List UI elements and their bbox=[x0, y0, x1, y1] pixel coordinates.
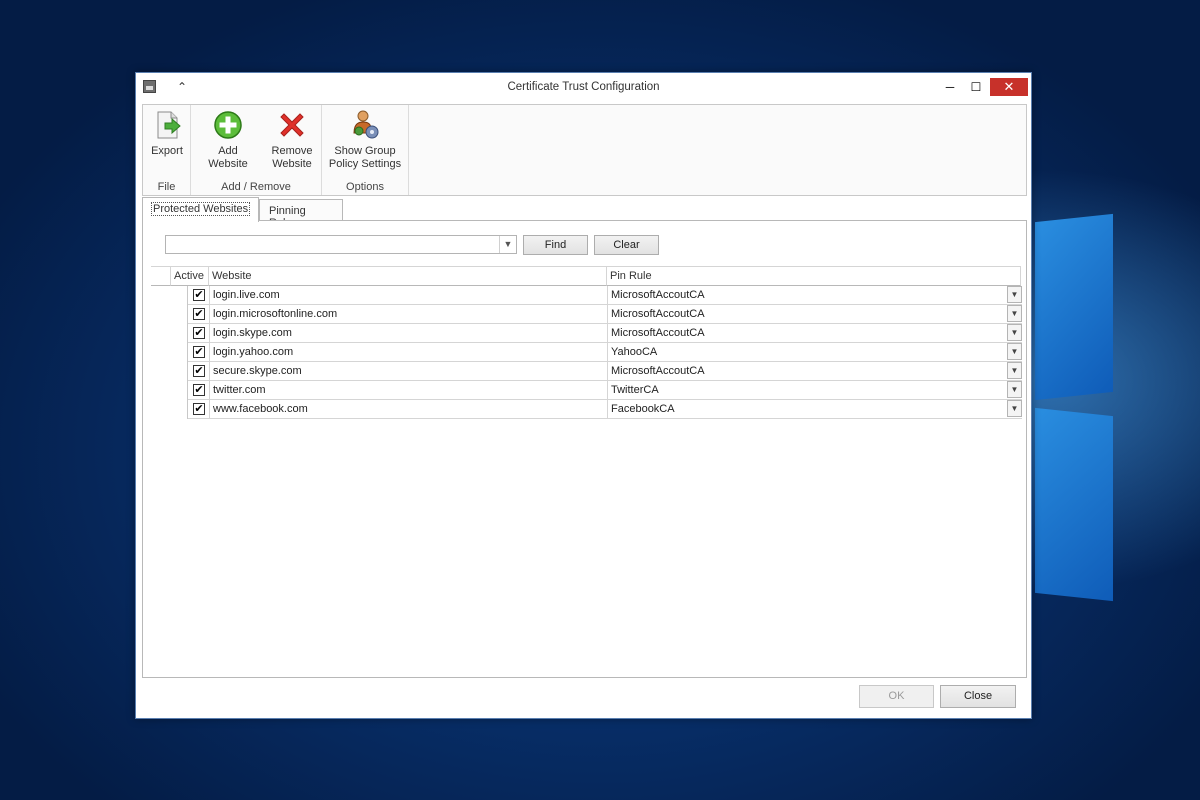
pin-rule-value: MicrosoftAccoutCA bbox=[611, 289, 705, 301]
table-row[interactable]: ✔ www.facebook.com FacebookCA ▼ bbox=[188, 400, 1022, 419]
chevron-down-icon[interactable]: ▼ bbox=[499, 236, 516, 253]
pin-rule-value: FacebookCA bbox=[611, 403, 675, 415]
close-button[interactable]: Close bbox=[940, 685, 1016, 708]
ribbon-group-label-file: File bbox=[157, 181, 176, 193]
tab-strip: Protected Websites Pinning Rules bbox=[142, 197, 1027, 229]
row-indicator-header bbox=[151, 266, 171, 286]
active-checkbox[interactable]: ✔ bbox=[193, 327, 205, 339]
group-policy-label-1: Show Group bbox=[334, 145, 396, 157]
export-label: Export bbox=[151, 145, 183, 157]
pin-rule-cell[interactable]: TwitterCA ▼ bbox=[607, 381, 1022, 399]
ribbon-group-add-remove: Add Website Remove Website Add / Remove bbox=[191, 105, 322, 195]
column-header-website[interactable]: Website bbox=[209, 266, 607, 286]
chevron-down-icon[interactable]: ▼ bbox=[1007, 381, 1022, 398]
table-row[interactable]: ✔ secure.skype.com MicrosoftAccoutCA ▼ bbox=[188, 362, 1022, 381]
maximize-button[interactable]: ☐ bbox=[966, 79, 986, 95]
active-checkbox[interactable]: ✔ bbox=[193, 289, 205, 301]
pin-rule-cell[interactable]: MicrosoftAccoutCA ▼ bbox=[607, 324, 1022, 342]
pin-rule-value: TwitterCA bbox=[611, 384, 659, 396]
tab-pinning-rules[interactable]: Pinning Rules bbox=[259, 199, 343, 229]
window-title: Certificate Trust Configuration bbox=[507, 81, 660, 93]
certificate-trust-window: ⌃ Certificate Trust Configuration ─ ☐ ✕ … bbox=[135, 72, 1032, 719]
ribbon-group-label-add-remove: Add / Remove bbox=[221, 181, 291, 193]
group-policy-label-2: Policy Settings bbox=[328, 158, 402, 170]
pin-rule-cell[interactable]: MicrosoftAccoutCA ▼ bbox=[607, 362, 1022, 380]
tab-protected-websites[interactable]: Protected Websites bbox=[142, 197, 260, 222]
column-header-pin-rule[interactable]: Pin Rule bbox=[607, 266, 1021, 286]
column-header-active[interactable]: Active bbox=[171, 266, 209, 286]
table-row[interactable]: ✔ login.live.com MicrosoftAccoutCA ▼ bbox=[188, 286, 1022, 305]
add-website-button[interactable]: Add Website bbox=[197, 109, 259, 171]
pin-rule-cell[interactable]: YahooCA ▼ bbox=[607, 343, 1022, 361]
export-icon bbox=[157, 111, 181, 139]
websites-grid: Active Website Pin Rule ✔ login.live.com M… bbox=[151, 266, 1022, 421]
website-cell[interactable]: twitter.com bbox=[209, 381, 607, 399]
title-bar[interactable]: ⌃ Certificate Trust Configuration ─ ☐ ✕ bbox=[136, 73, 1031, 103]
pin-rule-cell[interactable]: MicrosoftAccoutCA ▼ bbox=[607, 286, 1022, 304]
add-circle-icon bbox=[214, 111, 242, 139]
table-row[interactable]: ✔ twitter.com TwitterCA ▼ bbox=[188, 381, 1022, 400]
table-row[interactable]: ✔ login.skype.com MicrosoftAccoutCA ▼ bbox=[188, 324, 1022, 343]
website-cell[interactable]: login.yahoo.com bbox=[209, 343, 607, 361]
website-cell[interactable]: login.skype.com bbox=[209, 324, 607, 342]
add-website-label: Add Website bbox=[208, 145, 248, 170]
chevron-down-icon[interactable]: ▼ bbox=[1007, 286, 1022, 303]
website-cell[interactable]: www.facebook.com bbox=[209, 400, 607, 418]
windows-logo-pane-top bbox=[1035, 213, 1113, 401]
find-button[interactable]: Find bbox=[523, 235, 588, 255]
table-row[interactable]: ✔ login.yahoo.com YahooCA ▼ bbox=[188, 343, 1022, 362]
minimize-button[interactable]: ─ bbox=[940, 79, 960, 95]
chevron-down-icon[interactable]: ▼ bbox=[1007, 362, 1022, 379]
pin-rule-value: MicrosoftAccoutCA bbox=[611, 327, 705, 339]
chevron-down-icon[interactable]: ▼ bbox=[1007, 324, 1022, 341]
website-cell[interactable]: secure.skype.com bbox=[209, 362, 607, 380]
close-window-button[interactable]: ✕ bbox=[990, 78, 1028, 96]
active-checkbox[interactable]: ✔ bbox=[193, 365, 205, 377]
website-cell[interactable]: login.live.com bbox=[209, 286, 607, 304]
website-cell[interactable]: login.microsoftonline.com bbox=[209, 305, 607, 323]
tab-protected-websites-label: Protected Websites bbox=[150, 202, 251, 216]
active-checkbox[interactable]: ✔ bbox=[193, 403, 205, 415]
pin-rule-cell[interactable]: MicrosoftAccoutCA ▼ bbox=[607, 305, 1022, 323]
show-group-policy-button[interactable]: Show Group Policy Settings bbox=[324, 109, 406, 171]
chevron-down-icon[interactable]: ▼ bbox=[1007, 343, 1022, 360]
active-checkbox[interactable]: ✔ bbox=[193, 346, 205, 358]
table-row[interactable]: ✔ login.microsoftonline.com MicrosoftAccou… bbox=[188, 305, 1022, 324]
remove-website-button[interactable]: Remove Website bbox=[267, 109, 317, 171]
chevron-down-icon[interactable]: ▼ bbox=[1007, 400, 1022, 417]
ribbon-group-label-options: Options bbox=[346, 181, 384, 193]
pin-rule-value: MicrosoftAccoutCA bbox=[611, 365, 705, 377]
ok-button[interactable]: OK bbox=[859, 685, 934, 708]
ribbon-group-options: Show Group Policy Settings Options bbox=[322, 105, 409, 195]
active-checkbox[interactable]: ✔ bbox=[193, 308, 205, 320]
export-button[interactable]: Export bbox=[147, 109, 187, 158]
ribbon: Export File Add Website Remove Website A… bbox=[142, 104, 1027, 196]
remove-website-label-2: Website bbox=[272, 158, 312, 170]
windows-logo-pane-bottom bbox=[1035, 407, 1113, 602]
active-checkbox[interactable]: ✔ bbox=[193, 384, 205, 396]
remove-website-label-1: Remove bbox=[271, 145, 313, 157]
protected-websites-panel: ▼ Find Clear Active Website Pin Rule ✔ lo… bbox=[142, 220, 1027, 678]
search-combobox[interactable]: ▼ bbox=[165, 235, 517, 254]
ribbon-group-file: Export File bbox=[143, 105, 191, 195]
group-policy-icon bbox=[353, 110, 379, 139]
chevron-down-icon[interactable]: ▼ bbox=[1007, 305, 1022, 322]
pin-rule-value: MicrosoftAccoutCA bbox=[611, 308, 705, 320]
pin-rule-value: YahooCA bbox=[611, 346, 658, 358]
red-x-icon bbox=[280, 113, 304, 137]
pin-rule-cell[interactable]: FacebookCA ▼ bbox=[607, 400, 1022, 418]
clear-button[interactable]: Clear bbox=[594, 235, 659, 255]
